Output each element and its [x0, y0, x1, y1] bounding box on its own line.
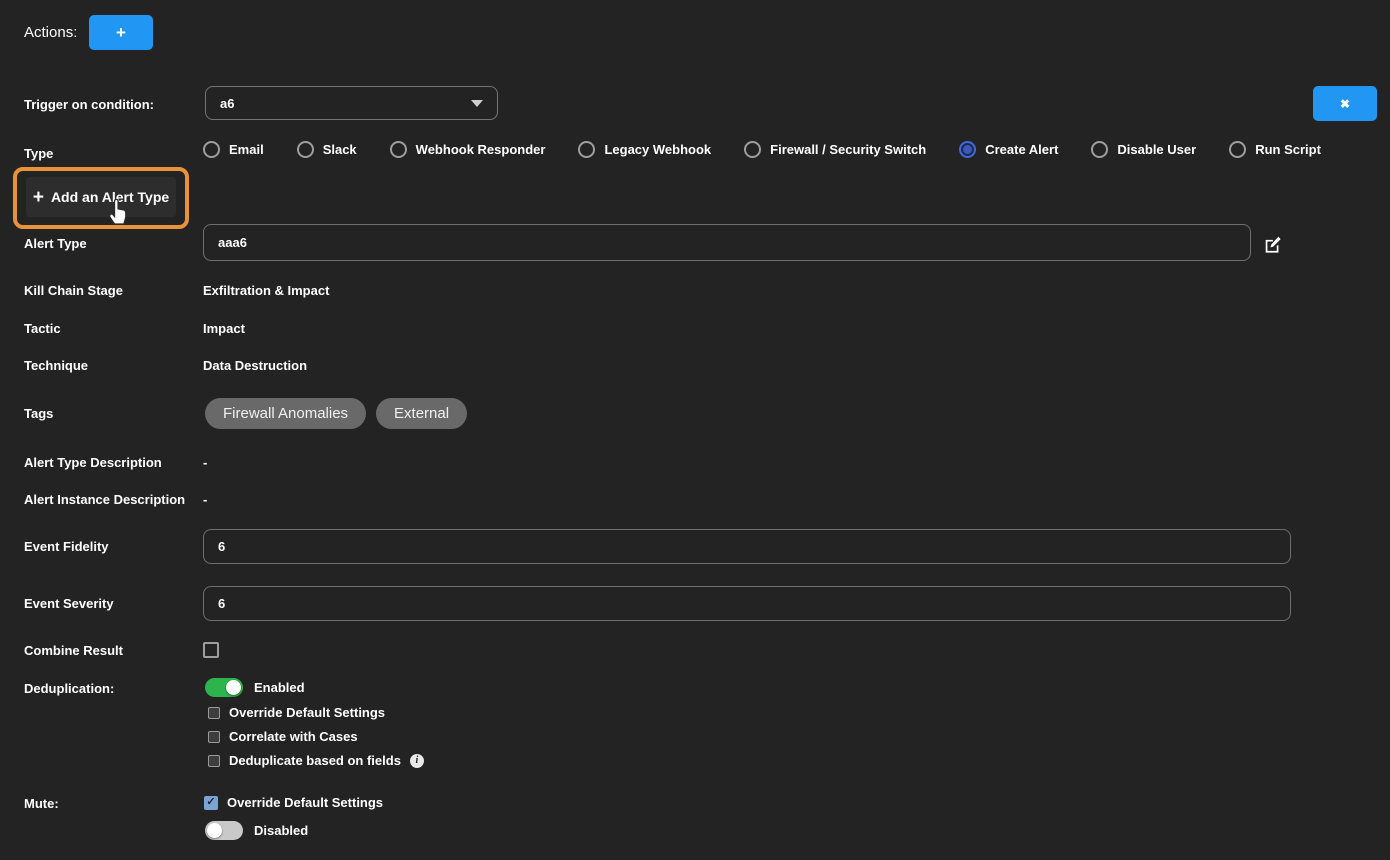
trigger-condition-label: Trigger on condition:	[24, 97, 154, 112]
tactic-value: Impact	[203, 321, 245, 336]
tag-pill: Firewall Anomalies	[205, 398, 366, 429]
mute-toggle-label: Disabled	[254, 823, 308, 838]
plus-icon: +	[116, 23, 126, 43]
deduplicate-based-on-fields-checkbox[interactable]	[208, 755, 220, 767]
hand-cursor-icon	[105, 196, 129, 226]
combine-result-checkbox[interactable]	[203, 642, 219, 658]
trigger-condition-select[interactable]: a6	[205, 86, 498, 120]
correlate-with-cases-row: Correlate with Cases	[208, 729, 358, 744]
toggle-knob	[207, 823, 222, 838]
deduplication-toggle[interactable]	[205, 678, 243, 697]
edit-icon[interactable]	[1264, 236, 1281, 253]
plus-icon: +	[33, 188, 44, 207]
tags-list: Firewall Anomalies External	[205, 398, 467, 429]
alert-type-label: Alert Type	[24, 236, 87, 251]
add-alert-type-button[interactable]: + Add an Alert Type	[26, 177, 176, 217]
tags-label: Tags	[24, 406, 53, 421]
radio-slack[interactable]: Slack	[297, 141, 357, 158]
technique-label: Technique	[24, 358, 88, 373]
mute-override-checkbox[interactable]: ✓	[204, 796, 218, 810]
deduplication-toggle-line: Enabled	[205, 678, 305, 697]
info-icon[interactable]: i	[410, 754, 424, 768]
radio-circle-icon	[203, 141, 220, 158]
radio-legacy-webhook[interactable]: Legacy Webhook	[578, 141, 711, 158]
dedup-based-on-fields-row: Deduplicate based on fields i	[208, 753, 424, 768]
kill-chain-stage-value: Exfiltration & Impact	[203, 283, 329, 298]
radio-disable-user[interactable]: Disable User	[1091, 141, 1196, 158]
radio-circle-icon	[390, 141, 407, 158]
dedup-override-row: Override Default Settings	[208, 705, 385, 720]
add-action-button[interactable]: +	[89, 15, 153, 50]
radio-circle-icon	[297, 141, 314, 158]
event-severity-label: Event Severity	[24, 596, 114, 611]
type-label: Type	[24, 146, 53, 161]
toggle-knob	[226, 680, 241, 695]
radio-circle-icon	[578, 141, 595, 158]
event-severity-input[interactable]	[203, 586, 1291, 621]
alert-instance-description-value: -	[203, 492, 207, 507]
actions-label: Actions:	[24, 24, 77, 41]
alert-type-description-value: -	[203, 455, 207, 470]
tactic-label: Tactic	[24, 321, 61, 336]
override-default-settings-checkbox[interactable]	[208, 707, 220, 719]
mute-toggle[interactable]	[205, 821, 243, 840]
technique-value: Data Destruction	[203, 358, 307, 373]
type-radio-group: Email Slack Webhook Responder Legacy Web…	[203, 141, 1321, 158]
radio-create-alert[interactable]: Create Alert	[959, 141, 1058, 158]
alert-action-config-panel: Actions: + Trigger on condition: a6 ✖ Ty…	[0, 0, 1390, 860]
add-alert-type-highlight-ring: + Add an Alert Type	[13, 167, 189, 229]
radio-circle-icon	[1091, 141, 1108, 158]
remove-action-button[interactable]: ✖	[1313, 86, 1377, 121]
event-fidelity-input[interactable]	[203, 529, 1291, 564]
radio-selected-icon	[959, 141, 976, 158]
radio-circle-icon	[1229, 141, 1246, 158]
kill-chain-stage-label: Kill Chain Stage	[24, 283, 123, 298]
alert-type-description-label: Alert Type Description	[24, 455, 162, 470]
radio-firewall-security-switch[interactable]: Firewall / Security Switch	[744, 141, 926, 158]
combine-result-label: Combine Result	[24, 643, 123, 658]
radio-email[interactable]: Email	[203, 141, 264, 158]
deduplication-label: Deduplication:	[24, 681, 114, 696]
event-fidelity-label: Event Fidelity	[24, 539, 109, 554]
mute-toggle-line: Disabled	[205, 821, 308, 840]
trigger-condition-value: a6	[220, 96, 471, 111]
tag-pill: External	[376, 398, 467, 429]
radio-webhook-responder[interactable]: Webhook Responder	[390, 141, 546, 158]
correlate-with-cases-checkbox[interactable]	[208, 731, 220, 743]
alert-instance-description-label: Alert Instance Description	[24, 492, 185, 507]
deduplication-toggle-label: Enabled	[254, 680, 305, 695]
chevron-down-icon	[471, 100, 483, 107]
x-icon: ✖	[1340, 97, 1350, 111]
check-icon: ✓	[206, 797, 215, 808]
alert-type-input[interactable]	[203, 224, 1251, 261]
radio-run-script[interactable]: Run Script	[1229, 141, 1321, 158]
mute-label: Mute:	[24, 796, 59, 811]
radio-circle-icon	[744, 141, 761, 158]
mute-override-row: ✓ Override Default Settings	[204, 795, 383, 810]
